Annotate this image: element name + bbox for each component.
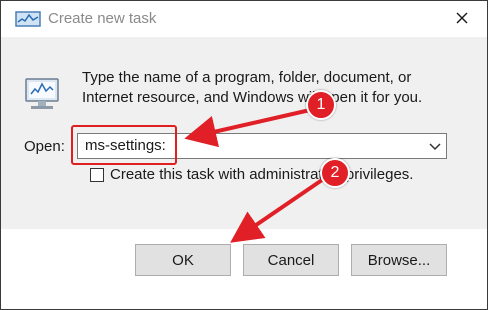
step-1-badge: 1 xyxy=(306,90,336,120)
close-button[interactable] xyxy=(447,5,477,31)
run-program-icon xyxy=(22,73,62,113)
input-highlight-box xyxy=(71,125,177,165)
dialog-description: Type the name of a program, folder, docu… xyxy=(82,68,452,108)
admin-privileges-label[interactable]: Create this task with administrative pri… xyxy=(110,166,413,183)
close-icon xyxy=(456,12,468,24)
cancel-button[interactable]: Cancel xyxy=(243,244,339,276)
task-manager-icon xyxy=(15,11,41,27)
ok-button[interactable]: OK xyxy=(135,244,231,276)
browse-button[interactable]: Browse... xyxy=(351,244,447,276)
open-label: Open: xyxy=(24,138,65,155)
window-title: Create new task xyxy=(48,10,157,27)
admin-privileges-checkbox[interactable] xyxy=(90,168,104,182)
chevron-down-icon[interactable] xyxy=(428,140,442,152)
title-bar: Create new task xyxy=(1,1,487,37)
description-line-1: Type the name of a program, folder, docu… xyxy=(82,69,412,86)
dialog-footer: OK Cancel Browse... xyxy=(1,229,487,309)
step-2-badge: 2 xyxy=(320,158,350,188)
description-line-2: Internet resource, and Windows will open… xyxy=(82,89,423,106)
